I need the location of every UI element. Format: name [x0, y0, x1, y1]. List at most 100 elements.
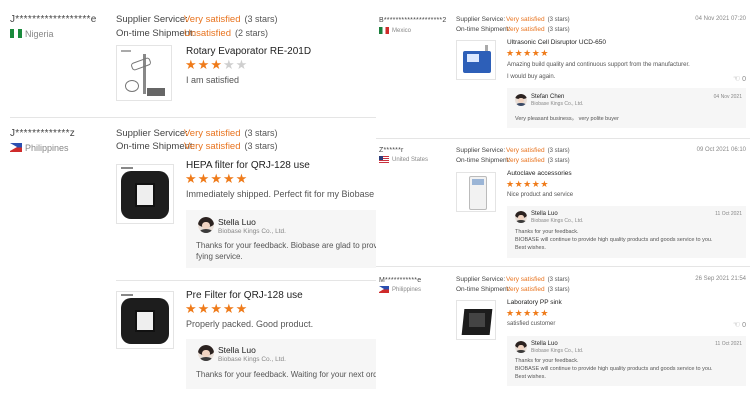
reviewer-country: Philippines — [379, 286, 421, 293]
reply-text: Thanks for your feedback. Biobase are gl… — [196, 241, 376, 250]
star-filled-icon: ★ — [514, 308, 524, 318]
product-title[interactable]: Laboratory PP sink — [507, 299, 562, 306]
star-filled-icon: ★ — [210, 171, 223, 186]
star-filled-icon: ★ — [514, 48, 524, 58]
review-date: 09 Oct 2021 06:10 — [696, 147, 746, 153]
reply-date: 04 Nov 2021 — [713, 94, 742, 100]
divider — [376, 266, 750, 267]
nigeria-flag-icon — [10, 29, 22, 39]
reply-text: Very pleasant business。 very polite buye… — [515, 116, 619, 122]
reply-author: Stella Luo — [531, 211, 558, 217]
divider — [376, 138, 750, 139]
star-empty-icon: ★ — [235, 57, 249, 72]
reply-text: Thanks for your feedback. — [515, 358, 579, 364]
review-text: Properly packed. Good product. — [186, 319, 314, 329]
on-time-shipment-label: On-time Shipment: — [456, 157, 511, 164]
review-text: Amazing build quality and continuous sup… — [507, 62, 690, 68]
star-filled-icon: ★ — [523, 308, 532, 318]
seller-reply: Stella Luo Biobase Kings Co., Ltd. Thank… — [186, 339, 376, 389]
product-title[interactable]: Rotary Evaporator RE-201D — [186, 46, 311, 57]
review-card: M***********e Philippines Supplier Servi… — [376, 268, 750, 398]
like-button[interactable]: ☜ 0 — [733, 74, 746, 83]
reviewer-country: Mexico — [379, 27, 411, 34]
review-card: J*************z Philippines Supplier Ser… — [0, 118, 376, 278]
star-filled-icon: ★ — [506, 308, 515, 318]
product-rating-stars: ★★★★★ — [185, 301, 248, 317]
star-filled-icon: ★ — [185, 171, 198, 186]
seller-reply: Stella Luo Biobase Kings Co., Ltd. 11 Oc… — [507, 336, 746, 386]
product-image[interactable] — [116, 164, 174, 224]
product-image[interactable] — [116, 291, 174, 349]
star-filled-icon: ★ — [197, 57, 211, 72]
review-date: 04 Nov 2021 07:20 — [695, 16, 746, 22]
product-rating-stars: ★★★★★ — [185, 57, 248, 73]
reply-text: fying service. — [196, 252, 243, 261]
product-image[interactable] — [456, 300, 496, 340]
star-filled-icon: ★ — [523, 48, 532, 58]
on-time-shipment-label: On-time Shipment: — [456, 286, 511, 293]
star-filled-icon: ★ — [222, 301, 236, 316]
reviewer-country: United States — [379, 156, 428, 163]
reply-text: Thanks for your feedback. Waiting for yo… — [196, 370, 376, 379]
right-review-panel: B********************2 Mexico Supplier S… — [376, 0, 750, 400]
reviewer-name: Z******r — [379, 147, 404, 154]
product-image[interactable] — [456, 172, 496, 212]
reply-text: Thanks for your feedback. — [515, 229, 579, 235]
philippines-flag-icon — [10, 143, 22, 153]
review-text: satisfied customer — [507, 321, 556, 327]
product-title[interactable]: Pre Filter for QRJ-128 use — [186, 290, 303, 301]
review-date: 26 Sep 2021 21:54 — [695, 276, 746, 282]
avatar — [198, 345, 214, 361]
star-filled-icon: ★ — [197, 301, 211, 316]
like-button[interactable]: ☜ 0 — [733, 320, 746, 329]
reply-date: 11 Oct 2021 — [715, 211, 742, 217]
supplier-service-rating: Very satisfied (3 stars) — [506, 147, 570, 154]
star-empty-icon: ★ — [222, 57, 236, 72]
on-time-shipment-rating: Very satisfied (3 stars) — [184, 141, 278, 152]
supplier-service-label: Supplier Service: — [116, 14, 188, 25]
supplier-service-rating: Very satisfied (3 stars) — [506, 16, 570, 23]
review-card: Z******r United States Supplier Service:… — [376, 140, 750, 265]
supplier-service-label: Supplier Service: — [456, 147, 506, 154]
star-filled-icon: ★ — [540, 179, 549, 189]
supplier-service-rating: Very satisfied (3 stars) — [506, 276, 570, 283]
reply-date: 11 Oct 2021 — [715, 341, 742, 347]
avatar — [198, 217, 214, 233]
reply-company: Biobase Kings Co., Ltd. — [218, 228, 286, 235]
product-title[interactable]: Ultrasonic Cell Disruptor UCD-650 — [507, 39, 606, 46]
on-time-shipment-rating: Unsatisfied (2 stars) — [184, 28, 269, 39]
reply-company: Biobase Kings Co., Ltd. — [531, 101, 584, 107]
product-title[interactable]: HEPA filter for QRJ-128 use — [186, 160, 310, 171]
review-card: J******************e Nigeria Supplier Se… — [0, 0, 376, 118]
star-filled-icon: ★ — [210, 57, 223, 72]
reply-author: Stella Luo — [218, 345, 256, 355]
avatar — [515, 341, 527, 353]
reply-text: BIOBASE will continue to provide high qu… — [515, 366, 713, 372]
reviewer-country: Philippines — [10, 142, 69, 153]
usa-flag-icon — [379, 156, 389, 163]
product-title[interactable]: Autoclave accessories — [507, 170, 572, 177]
reply-company: Biobase Kings Co., Ltd. — [531, 348, 584, 354]
review-text: Nice product and service — [507, 192, 574, 198]
left-review-panel: J******************e Nigeria Supplier Se… — [0, 0, 376, 400]
reviewer-name: B********************2 — [379, 17, 447, 24]
reply-author: Stella Luo — [531, 341, 558, 347]
reply-text: BIOBASE will continue to provide high qu… — [515, 237, 713, 243]
product-image[interactable] — [456, 40, 496, 80]
star-filled-icon: ★ — [506, 179, 515, 189]
review-text: I am satisfied — [186, 75, 240, 85]
on-time-shipment-rating: Very satisfied (3 stars) — [506, 157, 570, 164]
reply-company: Biobase Kings Co., Ltd. — [531, 218, 584, 224]
seller-reply: Stella Luo Biobase Kings Co., Ltd. 11 Oc… — [507, 206, 746, 258]
philippines-flag-icon — [379, 286, 389, 293]
on-time-shipment-label: On-time Shipment: — [456, 26, 511, 33]
reviewer-country: Nigeria — [10, 28, 54, 39]
product-rating-stars: ★★★★★ — [506, 308, 549, 319]
reply-text: Best wishes. — [515, 245, 546, 251]
supplier-service-rating: Very satisfied (3 stars) — [184, 128, 278, 139]
product-rating-stars: ★★★★★ — [506, 179, 549, 190]
supplier-service-label: Supplier Service: — [456, 16, 506, 23]
star-filled-icon: ★ — [185, 57, 198, 72]
product-image[interactable] — [116, 45, 172, 101]
supplier-service-label: Supplier Service: — [116, 128, 188, 139]
